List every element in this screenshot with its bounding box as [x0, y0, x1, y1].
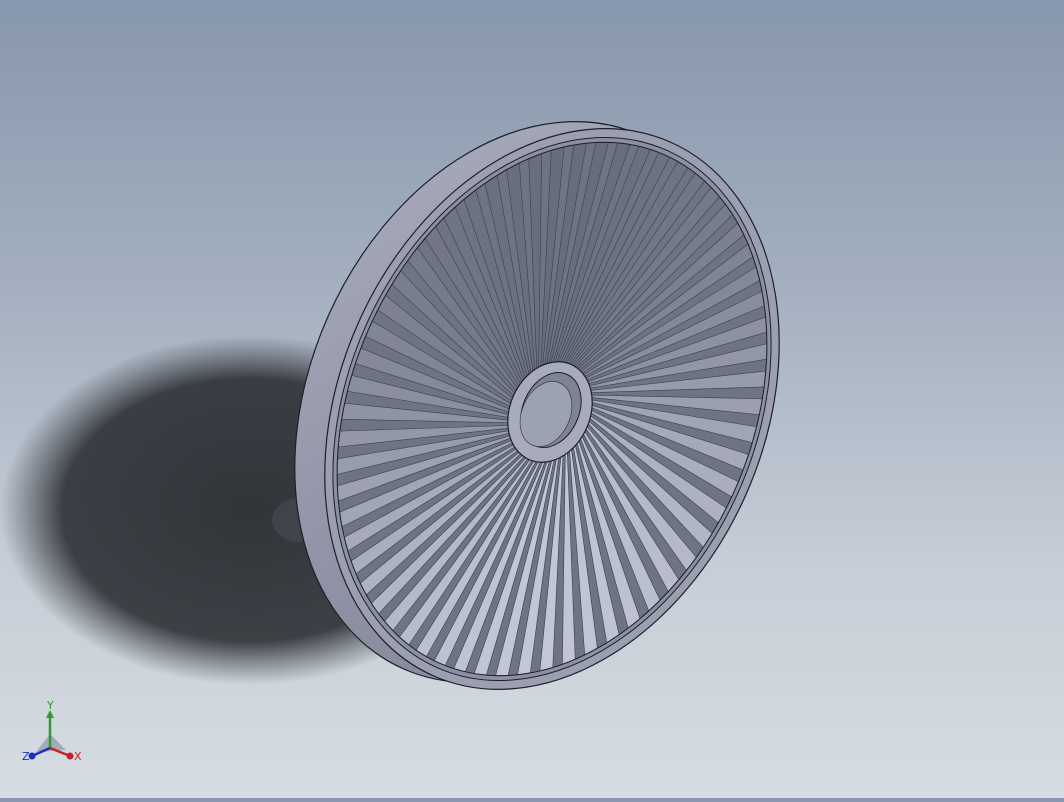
y-axis-label: Y — [46, 700, 54, 712]
z-axis-tip — [28, 752, 36, 760]
x-axis-tip — [66, 752, 74, 760]
z-axis-label: Z — [22, 750, 30, 763]
orientation-triad[interactable]: Y X Z — [14, 700, 94, 780]
x-axis-label: X — [74, 750, 82, 763]
graphics-viewport[interactable] — [0, 0, 1064, 798]
model-canvas[interactable] — [0, 0, 1064, 798]
